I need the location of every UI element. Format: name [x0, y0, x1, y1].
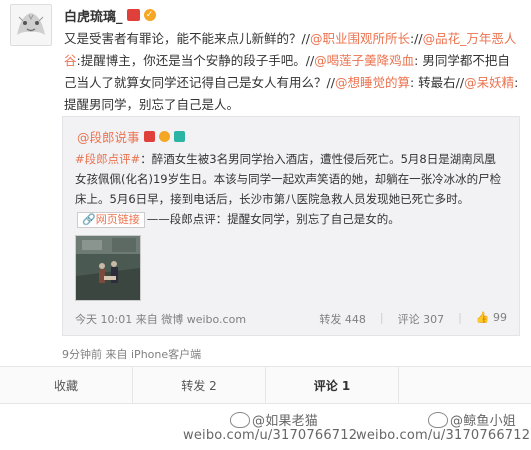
mention-link[interactable]: @职业围观所所长: [310, 31, 410, 46]
hashtag-link[interactable]: #段郎点评#: [75, 152, 140, 166]
author-row: 白虎琉璃_ ✓: [64, 6, 156, 25]
quoted-time[interactable]: 今天 10:01: [75, 313, 132, 326]
watermark-name-2: @鲸鱼小姐: [450, 414, 517, 429]
watermark-name-1: @如果老猫: [252, 414, 319, 429]
watermark-url-1: weibo.com/u/3170766712: [183, 428, 358, 443]
post-time[interactable]: 9分钟前: [62, 348, 102, 361]
link-icon: 🔗: [82, 213, 96, 226]
comment-button[interactable]: 评论 1: [266, 367, 399, 403]
quoted-text-part2: ——段郎点评：提醒女同学，别忘了自己是女的。: [146, 212, 400, 226]
divider: |: [379, 311, 384, 324]
favorite-button[interactable]: 收藏: [0, 367, 133, 403]
quoted-source[interactable]: 微博 weibo.com: [161, 313, 246, 326]
watermark-url-2: weibo.com/u/3170766712: [356, 428, 531, 443]
action-bar: 收藏 转发 2 评论 1: [0, 366, 531, 404]
divider: |: [458, 311, 462, 324]
quoted-repost-count[interactable]: 转发 448: [319, 311, 366, 327]
quoted-author-row: @段郎说事: [77, 127, 185, 146]
verified-icon: ✓: [143, 9, 156, 21]
quoted-like-button[interactable]: 👍 99: [476, 311, 507, 327]
post-text-segment: 又是受害者有罪论，能不能来点儿新鲜的？//: [64, 31, 310, 46]
member-icon: [143, 131, 155, 142]
quoted-author-name[interactable]: @段郎说事: [77, 127, 140, 146]
mention-link[interactable]: @喝莲子羹降鸡血: [314, 53, 414, 68]
post-source[interactable]: iPhone客户端: [131, 348, 201, 361]
post-text-segment: : 转最右//: [409, 75, 465, 90]
quoted-comment-count[interactable]: 评论 307: [398, 311, 445, 327]
post-text-segment: :提醒博主，你还是当个安静的段子手吧。//: [76, 53, 315, 68]
member-icon: [126, 9, 140, 21]
camera-icon: [173, 131, 185, 142]
quoted-meta: 今天 10:01 来自 微博 weibo.com: [75, 311, 246, 327]
post-source-prefix: 来自: [105, 348, 128, 361]
mention-link[interactable]: @呆妖精: [464, 75, 514, 90]
author-avatar[interactable]: [10, 4, 52, 46]
verified-icon: [158, 131, 170, 142]
weibo-logo-icon: [230, 412, 250, 428]
post-text: 又是受害者有罪论，能不能来点儿新鲜的？//@职业围观所所长://@品花_万年恶人…: [64, 28, 522, 116]
weibo-logo-icon: [428, 412, 448, 428]
quoted-stats: 转发 448 | 评论 307 | 👍 99: [319, 311, 507, 327]
post-text-segment: //: [414, 31, 423, 46]
repost-button[interactable]: 转发 2: [133, 367, 266, 403]
like-button[interactable]: [399, 367, 531, 403]
quoted-like-count: 99: [493, 311, 507, 324]
post-meta: 9分钟前 来自 iPhone客户端: [62, 346, 201, 362]
quoted-text: #段郎点评#：醉酒女生被3名男同学抬入酒店，遭性侵后死亡。5月8日是湖南凤凰女孩…: [75, 149, 505, 229]
mention-link[interactable]: @想睡觉的算: [335, 75, 410, 90]
web-link-button[interactable]: 🔗网页链接: [77, 212, 145, 228]
thumbs-up-icon: 👍: [475, 311, 490, 324]
web-link-label: 网页链接: [95, 213, 140, 226]
author-name[interactable]: 白虎琉璃_: [64, 6, 123, 25]
quoted-source-prefix: 来自: [135, 313, 158, 326]
weibo-post: 白虎琉璃_ ✓ 又是受害者有罪论，能不能来点儿新鲜的？//@职业围观所所长://…: [0, 0, 531, 450]
photo-thumbnail[interactable]: [75, 235, 141, 301]
quoted-post[interactable]: @段郎说事 #段郎点评#：醉酒女生被3名男同学抬入酒店，遭性侵后死亡。5月8日是…: [62, 116, 520, 336]
